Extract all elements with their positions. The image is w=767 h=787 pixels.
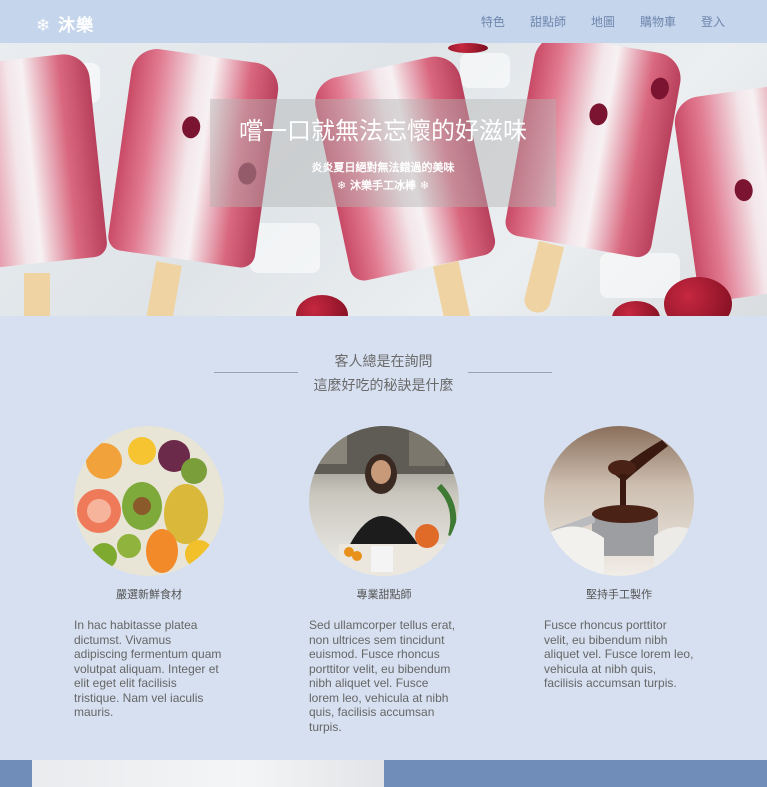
heading-divider-right (468, 372, 552, 373)
nav-links: 特色 甜點師 地圖 購物車 登入 (481, 13, 725, 30)
chocolate-illustration (544, 440, 694, 576)
footer-strip-left (0, 760, 32, 787)
nav-link-cart[interactable]: 購物車 (640, 13, 676, 30)
nav-link-map[interactable]: 地圖 (591, 13, 615, 30)
berry-decoration (180, 115, 202, 140)
brand-logo[interactable]: ❄ 沐樂 (36, 11, 94, 36)
cherry-decoration (612, 301, 660, 316)
chef-illustration (309, 426, 459, 576)
feature-description: Fusce rhoncus porttitor velit, eu bibend… (544, 618, 694, 690)
hero-banner: 嚐一口就無法忘懷的好滋味 炎炎夏日絕對無法錯過的美味 ❄ 沐樂手工冰棒 ❄ (0, 43, 767, 316)
feature-title: 堅持手工製作 (586, 588, 652, 601)
heading-divider-left (214, 372, 298, 373)
berry-decoration (733, 177, 755, 203)
pastry-chef-image (309, 426, 459, 576)
hero-subtitle: 炎炎夏日絕對無法錯過的美味 (311, 161, 455, 174)
nav-link-pastry-chef[interactable]: 甜點師 (530, 13, 566, 30)
feature-card-ingredients: 嚴選新鮮食材 In hac habitasse platea dictumst.… (74, 426, 224, 720)
fresh-fruit-image (74, 426, 224, 576)
hero-title: 嚐一口就無法忘懷的好滋味 (239, 117, 527, 145)
feature-title: 專業甜點師 (356, 588, 412, 601)
fruit-illustration (77, 437, 213, 573)
feature-description: Sed ullamcorper tellus erat, non ultrice… (309, 618, 456, 734)
berry-decoration (587, 101, 610, 127)
footer-strip-right (384, 760, 767, 787)
cherry-decoration (296, 295, 348, 316)
feature-description: In hac habitasse platea dictumst. Vivamu… (74, 618, 222, 719)
hero-caption-box: 嚐一口就無法忘懷的好滋味 炎炎夏日絕對無法錯過的美味 ❄ 沐樂手工冰棒 ❄ (210, 99, 556, 207)
nav-link-login[interactable]: 登入 (701, 13, 725, 30)
hero-tagline: ❄ 沐樂手工冰棒 ❄ (336, 179, 430, 192)
popsicle-stick (144, 261, 182, 316)
feature-title: 嚴選新鮮食材 (116, 588, 182, 601)
ice-decoration (460, 53, 510, 88)
bottom-photo-preview (32, 760, 384, 787)
section-question-line2: 這麼好吃的秘訣是什麼 (313, 378, 454, 394)
feature-card-chef: 專業甜點師 Sed ullamcorper tellus erat, non u… (309, 426, 459, 734)
feature-card-handmade: 堅持手工製作 Fusce rhoncus porttitor velit, eu… (544, 426, 694, 691)
popsicle-stick (521, 240, 565, 316)
handmade-chocolate-image (544, 426, 694, 576)
ice-decoration (250, 223, 320, 273)
top-navbar: ❄ 沐樂 特色 甜點師 地圖 購物車 登入 (0, 0, 767, 43)
popsicle-image (671, 79, 767, 304)
popsicle-stick (433, 261, 473, 316)
section-question-line1: 客人總是在詢問 (334, 354, 433, 370)
popsicle-stick (24, 273, 50, 316)
cherry-decoration (448, 43, 488, 53)
nav-link-features[interactable]: 特色 (481, 13, 505, 30)
berry-decoration (649, 76, 671, 101)
